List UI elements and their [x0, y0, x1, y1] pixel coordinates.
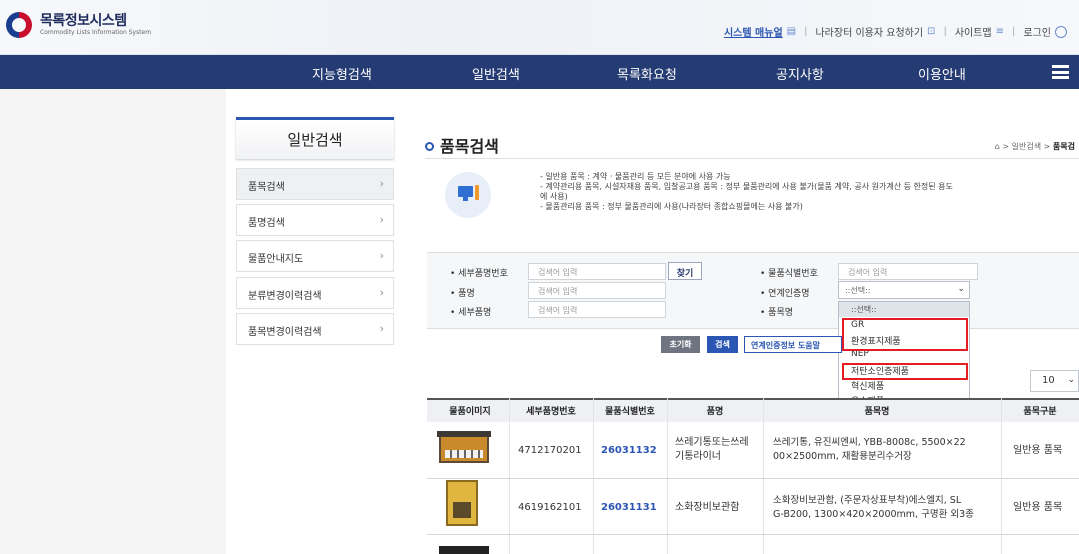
breadcrumb: ⌂ > 일반검색 > 품목검 [994, 142, 1075, 151]
product-image-trash-shelter[interactable] [437, 431, 491, 463]
chevron-right-icon: › [379, 322, 384, 335]
product-image-partial[interactable] [439, 546, 489, 554]
detail-name-input[interactable]: 검색어 입력 [528, 301, 666, 318]
sidebar-item-item-history[interactable]: 품목변경이력검색 › [236, 313, 394, 345]
detail-no-input[interactable]: 검색어 입력 [528, 263, 666, 280]
label-detail-no: • 세부품명번호 [450, 269, 508, 279]
page-title: 품목검색 [425, 133, 499, 157]
breadcrumb-general-search[interactable]: 일반검색 [1012, 142, 1041, 151]
search-form [427, 252, 1079, 329]
monitor-info-icon [445, 172, 491, 218]
sidebar-item-label: 품명검색 [248, 218, 285, 229]
page-size-select[interactable]: 10 ⌄ [1030, 370, 1079, 392]
site-logo[interactable]: 목록정보시스템 Commodity Lists Information Syst… [6, 12, 151, 38]
sidebar-item-label: 품목검색 [248, 182, 285, 193]
col-name: 품명 [706, 407, 724, 417]
login-link[interactable]: 로그인 [1023, 24, 1051, 39]
table-row-1-item-id[interactable]: 26031132 [601, 444, 657, 458]
col-image: 물품이미지 [449, 407, 491, 417]
table-row-2-item-id[interactable]: 26031131 [601, 501, 657, 515]
label-item-name: • 품목명 [760, 308, 794, 318]
info-line: 에 사용) [540, 192, 568, 201]
chevron-down-icon: ⌄ [957, 284, 965, 294]
sidebar-title: 일반검색 [236, 117, 394, 159]
table-row-1-type: 일반용 품목 [1013, 445, 1063, 456]
nav-usage-guide[interactable]: 이용안내 [918, 64, 966, 83]
col-detail-no: 세부품명번호 [526, 407, 576, 417]
table-row-2-detail-no: 4619162101 [518, 502, 582, 513]
sidebar-item-name-search[interactable]: 품명검색 › [236, 204, 394, 236]
breadcrumb-current: 품목검 [1052, 142, 1075, 151]
logo-emblem-icon [6, 12, 32, 38]
search-button[interactable]: 검색 [707, 336, 738, 353]
chevron-right-icon: › [379, 286, 384, 299]
home-icon[interactable]: ⌂ [995, 142, 1000, 151]
dropdown-header[interactable]: ::선택:: [839, 302, 969, 317]
option-innovation[interactable]: 혁신제품 [851, 379, 884, 392]
item-id-input[interactable]: 검색어 입력 [838, 263, 978, 280]
table-row-2-desc[interactable]: 소화장비보관함, (주문자상표부착)에스엘지, SL G-B200, 1300×4… [773, 494, 974, 522]
info-line: - 일반용 품목 : 계약 · 물품관리 등 모든 분야에 사용 가능 [540, 172, 731, 181]
label-certification: • 연계인증명 [760, 289, 810, 299]
certification-select[interactable]: ::선택:: ⌄ [838, 281, 970, 299]
top-header: 목록정보시스템 Commodity Lists Information Syst… [0, 0, 1079, 55]
nav-general-search[interactable]: 일반검색 [472, 64, 520, 83]
highlight-box-low-carbon [842, 363, 968, 380]
sidebar-item-label: 물품안내지도 [248, 254, 304, 265]
table-row-2-name: 소화장비보관함 [675, 502, 740, 513]
table-row-1-name: 쓰레기통또는쓰레 기통라이너 [675, 437, 749, 462]
chevron-right-icon: › [379, 249, 384, 262]
chevron-right-icon: › [379, 177, 384, 190]
info-line: - 물품관리용 품목 : 정부 물품관리에 사용(나라장터 종합쇼핑몰에는 사용… [540, 202, 803, 211]
user-request-link[interactable]: 나라장터 이용자 요청하기 [815, 24, 923, 39]
find-button[interactable]: 찾기 [668, 262, 702, 280]
info-line: - 계약관리용 품목, 시설자재용 품목, 입찰공고용 품목 : 정부 물품관리… [540, 182, 953, 191]
table-row-1-desc[interactable]: 쓰레기통, 유진씨엔씨, YBB-8008c, 5500×22 00×2500mm… [773, 436, 966, 464]
name-input[interactable]: 검색어 입력 [528, 282, 666, 299]
sitemap-link[interactable]: 사이트맵 [955, 24, 992, 39]
system-manual-link[interactable]: 시스템 매뉴얼 [724, 24, 783, 39]
nav-notices[interactable]: 공지사항 [776, 64, 824, 83]
sidebar-item-class-history[interactable]: 분류변경이력검색 › [236, 277, 394, 309]
nav-intelligent-search[interactable]: 지능형검색 [312, 64, 372, 83]
main-nav: 지능형검색 일반검색 목록화요청 공지사항 이용안내 [0, 55, 1079, 89]
left-gutter [0, 89, 226, 554]
logo-title: 목록정보시스템 [40, 13, 127, 29]
help-button[interactable]: 연계인증정보 도움말 [744, 336, 842, 353]
info-description: - 일반용 품목 : 계약 · 물품관리 등 모든 분야에 사용 가능 - 계약… [540, 172, 1079, 212]
chevron-down-icon: ⌄ [1067, 375, 1075, 385]
sidebar-item-label: 분류변경이력검색 [248, 291, 322, 302]
col-type: 품목구분 [1023, 407, 1057, 417]
title-divider [425, 158, 1079, 159]
label-name: • 품명 [450, 289, 475, 299]
table-row-1-detail-no: 4712170201 [518, 445, 582, 456]
chevron-right-icon: › [379, 213, 384, 226]
request-icon: ⊡ [927, 26, 936, 37]
sidebar-item-goods-map[interactable]: 물품안내지도 › [236, 240, 394, 272]
label-item-id: • 물품식별번호 [760, 269, 818, 279]
menu-list-icon: ≡ [995, 26, 1005, 37]
col-item-name: 품목명 [864, 407, 890, 417]
utility-links: 시스템 매뉴얼 ▤ | 나라장터 이용자 요청하기 ⊡ | 사이트맵 ≡ | 로… [724, 24, 1067, 39]
highlight-box-gr [842, 318, 968, 351]
user-icon [1055, 25, 1067, 38]
table-row-2-type: 일반용 품목 [1013, 502, 1063, 513]
product-image-fire-cabinet[interactable] [446, 480, 478, 526]
reset-button[interactable]: 초기화 [661, 336, 700, 353]
col-item-id: 물품식별번호 [605, 407, 655, 417]
logo-subtitle: Commodity Lists Information System [40, 29, 152, 36]
label-detail-name: • 세부품명 [450, 308, 492, 318]
title-bullet-icon [425, 142, 434, 151]
manual-icon: ▤ [786, 26, 797, 37]
sidebar-item-item-search[interactable]: 품목검색 › [236, 168, 394, 200]
nav-listing-request[interactable]: 목록화요청 [617, 64, 677, 83]
hamburger-menu-icon[interactable] [1052, 65, 1069, 79]
sidebar-item-label: 품목변경이력검색 [248, 327, 322, 338]
